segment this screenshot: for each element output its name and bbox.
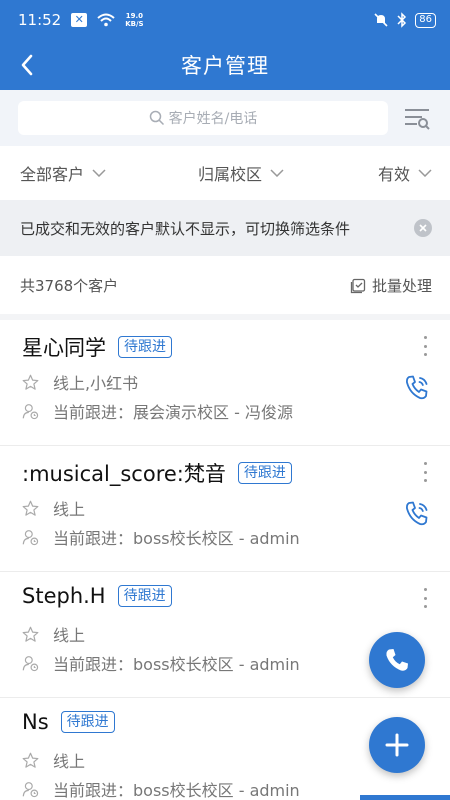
search-row: 客户姓名/电话 — [0, 90, 450, 146]
more-options-button[interactable] — [422, 336, 428, 356]
chevron-down-icon — [418, 169, 432, 177]
chevron-down-icon — [92, 169, 106, 177]
app-bar: 客户管理 — [0, 40, 450, 90]
chevron-down-icon — [270, 169, 284, 177]
search-placeholder: 客户姓名/电话 — [168, 111, 258, 127]
star-icon[interactable] — [22, 374, 39, 391]
follower-icon — [22, 655, 39, 671]
status-bar: 11:52 ✕ 19.0 KB/S 86 — [0, 0, 450, 40]
customer-source: 线上 — [53, 500, 86, 519]
follower-icon — [22, 403, 39, 419]
phone-icon — [386, 649, 408, 671]
call-fab-button[interactable] — [369, 632, 425, 688]
mute-icon — [374, 13, 388, 27]
customer-follow: 当前跟进：boss校长校区 - admin — [53, 529, 300, 548]
back-button[interactable] — [10, 48, 44, 82]
star-icon[interactable] — [22, 500, 39, 517]
chevron-left-icon — [21, 54, 33, 76]
wifi-icon — [97, 13, 115, 27]
more-options-button[interactable] — [422, 462, 428, 482]
batch-process-button[interactable]: 批量处理 — [350, 275, 432, 296]
bottom-accent-bar — [360, 795, 450, 800]
star-icon[interactable] — [22, 752, 39, 769]
customer-card[interactable]: :musical_score:梵音 待跟进 线上 当前跟进：boss校长校区 -… — [0, 446, 450, 572]
customer-name: :musical_score:梵音 — [22, 462, 226, 486]
summary-bar: 共3768个客户 批量处理 — [0, 256, 450, 314]
batch-label: 批量处理 — [371, 277, 432, 295]
status-badge: 待跟进 — [117, 585, 172, 607]
notice-text: 已成交和无效的客户默认不显示，可切换筛选条件 — [20, 219, 351, 238]
follower-icon — [22, 529, 39, 545]
plus-icon — [385, 733, 409, 757]
customer-source: 线上 — [53, 626, 86, 645]
more-options-button[interactable] — [422, 588, 428, 608]
search-input[interactable]: 客户姓名/电话 — [18, 101, 388, 135]
filter-campus[interactable]: 归属校区 — [198, 161, 284, 185]
filter-bar: 全部客户 归属校区 有效 — [0, 146, 450, 200]
close-notice-button[interactable] — [414, 219, 432, 237]
status-badge: 待跟进 — [60, 711, 115, 733]
customer-card[interactable]: 星心同学 待跟进 线上,小红书 当前跟进：展会演示校区 - 冯俊源 — [0, 320, 450, 446]
customer-name: 星心同学 — [22, 336, 106, 360]
follower-icon — [22, 781, 39, 797]
customer-source: 线上 — [53, 752, 86, 771]
notice-banner: 已成交和无效的客户默认不显示，可切换筛选条件 — [0, 200, 450, 256]
star-icon[interactable] — [22, 626, 39, 643]
customer-count: 共3768个客户 — [20, 276, 119, 295]
advanced-filter-icon[interactable] — [402, 103, 432, 133]
filter-validity[interactable]: 有效 — [378, 161, 432, 185]
customer-follow: 当前跟进：boss校长校区 - admin — [53, 655, 300, 674]
add-customer-button[interactable] — [369, 717, 425, 773]
notification-icon: ✕ — [71, 13, 88, 27]
status-time: 11:52 — [18, 11, 62, 29]
customer-follow: 当前跟进：boss校长校区 - admin — [53, 781, 300, 800]
close-icon — [419, 224, 427, 232]
checkbox-icon — [350, 278, 366, 293]
battery-icon: 86 — [415, 12, 436, 28]
search-icon — [149, 110, 164, 126]
bluetooth-icon — [397, 12, 407, 28]
filter-label: 全部客户 — [20, 165, 85, 184]
phone-icon[interactable] — [404, 374, 430, 402]
filter-label: 有效 — [378, 165, 411, 184]
customer-name: Steph.H — [22, 584, 106, 608]
status-badge: 待跟进 — [237, 462, 292, 484]
filter-label: 归属校区 — [198, 165, 263, 184]
status-badge: 待跟进 — [118, 336, 172, 358]
customer-source: 线上,小红书 — [53, 374, 139, 393]
page-title: 客户管理 — [181, 54, 269, 78]
network-speed: 19.0 KB/S — [125, 12, 144, 28]
filter-all-customers[interactable]: 全部客户 — [20, 161, 106, 185]
phone-icon[interactable] — [404, 500, 430, 528]
customer-follow: 当前跟进：展会演示校区 - 冯俊源 — [53, 403, 293, 422]
customer-name: Ns — [22, 710, 49, 734]
